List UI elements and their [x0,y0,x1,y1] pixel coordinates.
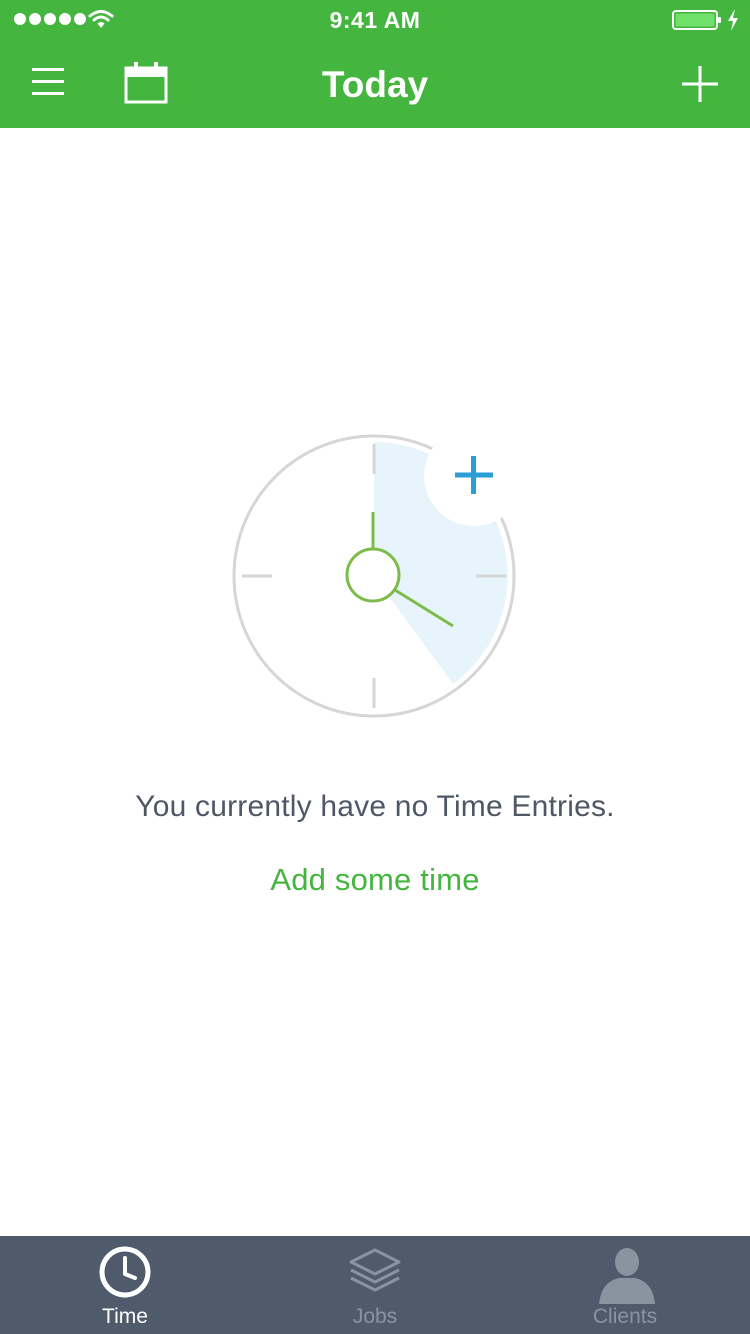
status-time: 9:41 AM [329,7,421,33]
tab-label: Clients [592,1305,658,1328]
calendar-icon[interactable] [120,60,172,106]
navigation-bar: Today [0,40,750,128]
menu-icon[interactable] [26,62,70,102]
charging-bolt-icon [728,9,738,31]
layers-icon [349,1248,401,1292]
add-time-link[interactable]: Add some time [0,862,750,898]
person-icon [599,1248,655,1304]
empty-state-message: You currently have no Time Entries. [135,790,615,823]
add-icon[interactable] [678,62,722,106]
tab-bar: Time Jobs Clients [0,1236,750,1334]
battery-icon [672,10,721,30]
tab-jobs[interactable]: Jobs [250,1236,500,1334]
empty-clock-illustration [232,430,520,718]
page-title: Today [321,64,429,105]
tab-label: Jobs [352,1305,398,1328]
tab-time[interactable]: Time [0,1236,250,1334]
app-header: 9:41 AM Today [0,0,750,128]
clock-icon [99,1246,151,1298]
status-bar: 9:41 AM [0,0,750,40]
tab-label: Time [102,1305,148,1328]
tab-clients[interactable]: Clients [500,1236,750,1334]
